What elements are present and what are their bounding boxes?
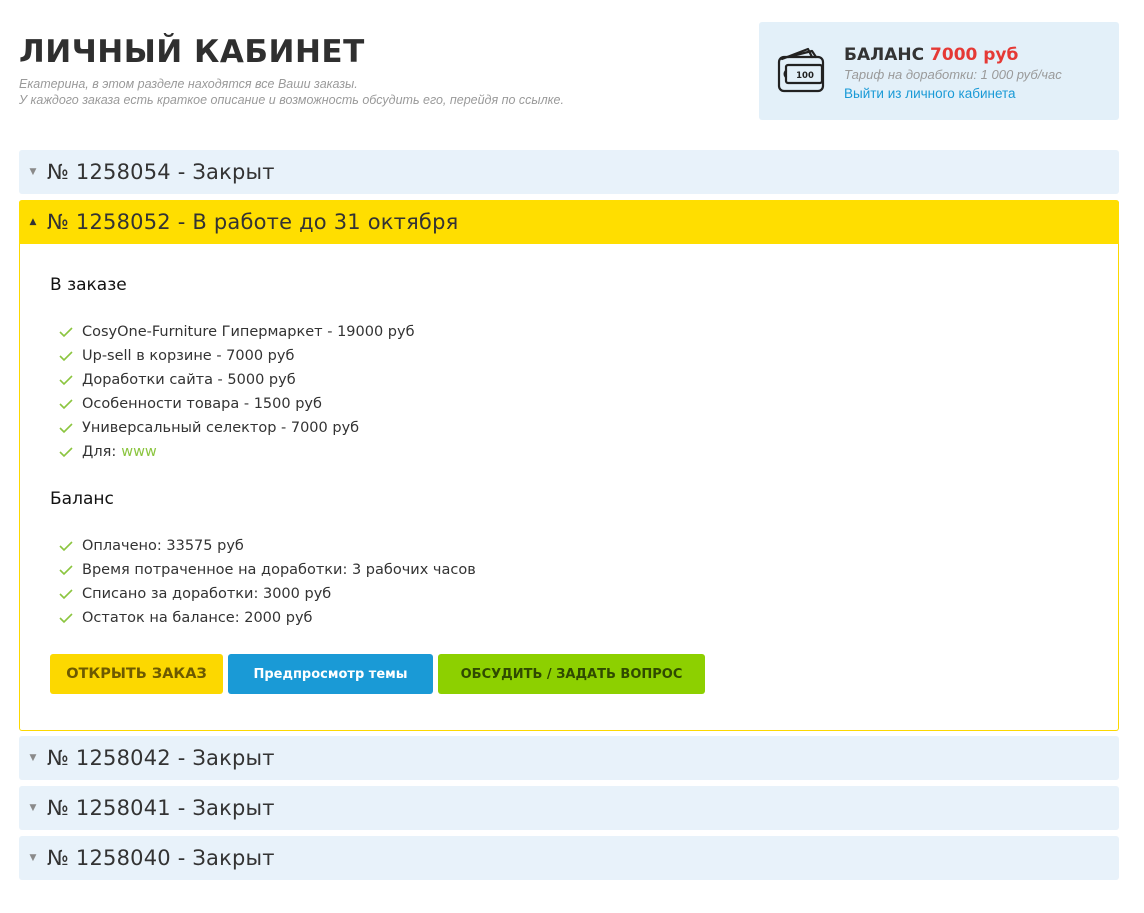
list-item-text: Особенности товара - 1500 руб bbox=[82, 396, 322, 412]
caret-down-icon: ▼ bbox=[29, 753, 37, 763]
list-item-text: Универсальный селектор - 7000 руб bbox=[82, 420, 360, 436]
order-item: ▼ № 1258042 - Закрыт bbox=[19, 736, 1119, 780]
order-actions: ОТКРЫТЬ ЗАКАЗ Предпросмотр темы ОБСУДИТЬ… bbox=[50, 654, 1088, 694]
list-item-text: Остаток на балансе: 2000 руб bbox=[82, 610, 313, 626]
order-item: ▼ № 1258054 - Закрыт bbox=[19, 150, 1119, 194]
discuss-button[interactable]: ОБСУДИТЬ / ЗАДАТЬ ВОПРОС bbox=[438, 654, 705, 694]
page-header: ЛИЧНЫЙ КАБИНЕТ Екатерина, в этом разделе… bbox=[19, 32, 564, 108]
list-item-text: CosyOne-Furniture Гипермаркет - 19000 ру… bbox=[82, 324, 415, 340]
check-icon bbox=[59, 399, 73, 410]
list-item: CosyOne-Furniture Гипермаркет - 19000 ру… bbox=[50, 320, 1088, 344]
order-header[interactable]: ▼ № 1258041 - Закрыт bbox=[19, 786, 1119, 830]
list-item-text: Время потраченное на доработки: 3 рабочи… bbox=[82, 562, 476, 578]
check-icon bbox=[59, 589, 73, 600]
in-order-heading: В заказе bbox=[50, 275, 127, 295]
preview-theme-button[interactable]: Предпросмотр темы bbox=[228, 654, 433, 694]
list-item: Универсальный селектор - 7000 руб bbox=[50, 416, 1088, 440]
page-title: ЛИЧНЫЙ КАБИНЕТ bbox=[19, 34, 365, 70]
order-item: ▼ № 1258041 - Закрыт bbox=[19, 786, 1119, 830]
check-icon bbox=[59, 565, 73, 576]
order-title: № 1258040 - Закрыт bbox=[47, 846, 275, 870]
check-icon bbox=[59, 447, 73, 458]
list-item: Up-sell в корзине - 7000 руб bbox=[50, 344, 1088, 368]
order-header[interactable]: ▲ № 1258052 - В работе до 31 октября bbox=[19, 200, 1119, 244]
balance-panel: 100 БАЛАНС 7000 руб Тариф на доработки: … bbox=[759, 22, 1119, 120]
order-title: № 1258041 - Закрыт bbox=[47, 796, 275, 820]
list-item-text: Доработки сайта - 5000 руб bbox=[82, 372, 296, 388]
balance-items-list: Оплачено: 33575 руб Время потраченное на… bbox=[50, 534, 1088, 630]
order-item-open: ▲ № 1258052 - В работе до 31 октября В з… bbox=[19, 200, 1119, 731]
check-icon bbox=[59, 351, 73, 362]
list-item: Остаток на балансе: 2000 руб bbox=[50, 606, 1088, 630]
check-icon bbox=[59, 375, 73, 386]
order-header[interactable]: ▼ № 1258054 - Закрыт bbox=[19, 150, 1119, 194]
list-item-text: Оплачено: 33575 руб bbox=[82, 538, 244, 554]
order-title: № 1258054 - Закрыт bbox=[47, 160, 275, 184]
caret-down-icon: ▼ bbox=[29, 167, 37, 177]
list-item: Время потраченное на доработки: 3 рабочи… bbox=[50, 558, 1088, 582]
order-details: В заказе CosyOne-Furniture Гипермаркет -… bbox=[20, 244, 1118, 723]
caret-up-icon: ▲ bbox=[29, 217, 37, 227]
balance-amount: 7000 руб bbox=[930, 45, 1019, 65]
check-icon bbox=[59, 613, 73, 624]
order-item: ▼ № 1258040 - Закрыт bbox=[19, 836, 1119, 880]
balance-info: БАЛАНС 7000 руб Тариф на доработки: 1 00… bbox=[844, 44, 1062, 102]
balance-title: БАЛАНС 7000 руб bbox=[844, 44, 1062, 66]
list-item: Списано за доработки: 3000 руб bbox=[50, 582, 1088, 606]
open-order-button[interactable]: ОТКРЫТЬ ЗАКАЗ bbox=[50, 654, 223, 694]
order-header[interactable]: ▼ № 1258042 - Закрыт bbox=[19, 736, 1119, 780]
order-title: № 1258042 - Закрыт bbox=[47, 746, 275, 770]
for-label: Для: bbox=[82, 444, 117, 460]
wallet-icon: 100 bbox=[777, 47, 825, 93]
page-subtitle: Екатерина, в этом разделе находятся все … bbox=[19, 76, 564, 108]
order-title: № 1258052 - В работе до 31 октября bbox=[47, 210, 459, 234]
banknote-text: 100 bbox=[796, 71, 814, 81]
balance-heading: Баланс bbox=[50, 489, 114, 509]
logout-link[interactable]: Выйти из личного кабинета bbox=[844, 86, 1016, 101]
list-item: Для: www bbox=[50, 440, 1088, 464]
order-items-list: CosyOne-Furniture Гипермаркет - 19000 ру… bbox=[50, 320, 1088, 464]
list-item: Особенности товара - 1500 руб bbox=[50, 392, 1088, 416]
tariff-text: Тариф на доработки: 1 000 руб/час bbox=[844, 67, 1062, 82]
site-link[interactable]: www bbox=[121, 440, 157, 464]
caret-down-icon: ▼ bbox=[29, 853, 37, 863]
check-icon bbox=[59, 423, 73, 434]
balance-label: БАЛАНС bbox=[844, 45, 925, 65]
list-item-text: Up-sell в корзине - 7000 руб bbox=[82, 348, 295, 364]
subtitle-line-1: Екатерина, в этом разделе находятся все … bbox=[19, 77, 358, 91]
caret-down-icon: ▼ bbox=[29, 803, 37, 813]
list-item: Оплачено: 33575 руб bbox=[50, 534, 1088, 558]
check-icon bbox=[59, 327, 73, 338]
list-item: Доработки сайта - 5000 руб bbox=[50, 368, 1088, 392]
check-icon bbox=[59, 541, 73, 552]
subtitle-line-2: У каждого заказа есть краткое описание и… bbox=[19, 93, 564, 107]
list-item-text: Списано за доработки: 3000 руб bbox=[82, 586, 332, 602]
order-header[interactable]: ▼ № 1258040 - Закрыт bbox=[19, 836, 1119, 880]
